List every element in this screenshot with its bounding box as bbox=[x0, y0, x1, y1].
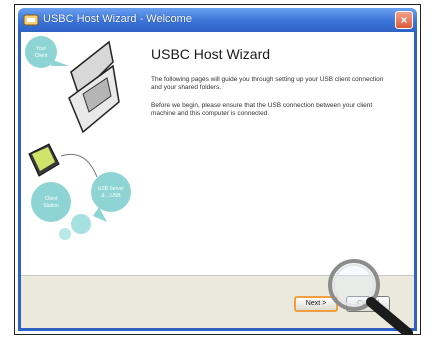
magnifier-icon bbox=[328, 259, 413, 335]
bubble-label-client: Client bbox=[45, 196, 58, 202]
connection-note-paragraph: Before we begin, please ensure that the … bbox=[151, 102, 373, 117]
side-illustration: Your Client Client Station USB Server & … bbox=[25, 36, 131, 240]
wizard-content: Your Client Client Station USB Server & … bbox=[21, 32, 414, 275]
bubble-label-server: USB Server bbox=[98, 186, 125, 192]
tablet-icon bbox=[28, 143, 60, 177]
page-title: USBC Host Wizard bbox=[151, 46, 271, 62]
bubble-client bbox=[31, 182, 71, 222]
svg-text:Station: Station bbox=[43, 203, 59, 209]
intro-paragraph: The following pages will guide you throu… bbox=[151, 76, 384, 91]
close-button[interactable]: × bbox=[395, 11, 413, 29]
app-icon bbox=[23, 12, 39, 28]
svg-text:Client: Client bbox=[35, 53, 48, 59]
bubble-server bbox=[91, 172, 131, 212]
title-bar[interactable]: USBC Host Wizard - Welcome × bbox=[18, 8, 417, 32]
window-title: USBC Host Wizard - Welcome bbox=[43, 13, 192, 25]
svg-text:& ...USB: & ...USB bbox=[101, 193, 121, 199]
laptop-icon bbox=[68, 40, 120, 134]
bubble-label-top: Your bbox=[36, 46, 46, 52]
